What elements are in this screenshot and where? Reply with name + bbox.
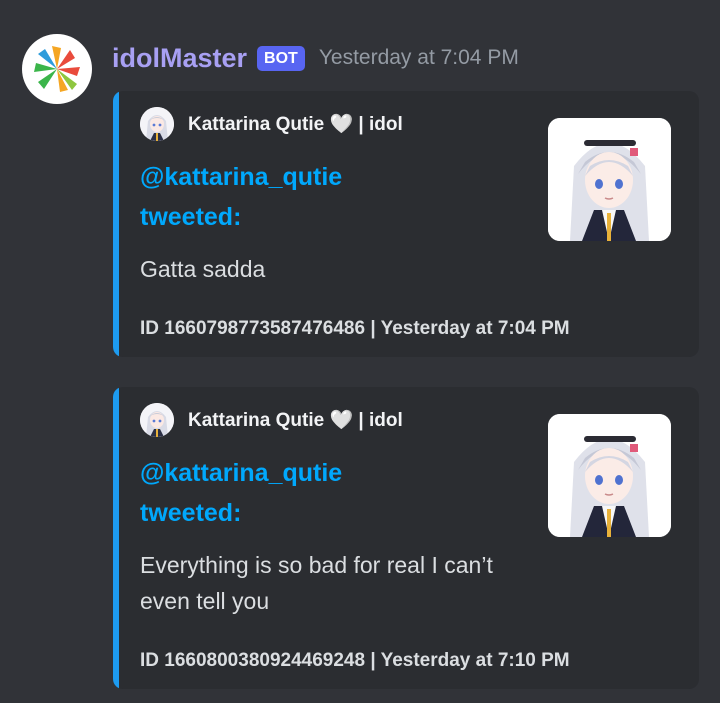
embed-author: Kattarina Qutie 🤍 | idol <box>140 107 403 141</box>
embed-description: Everything is so bad for real I can’t ev… <box>140 552 493 614</box>
embed-accent-bar <box>113 91 119 357</box>
embed-author: Kattarina Qutie 🤍 | idol <box>140 403 403 437</box>
embed-accent-bar <box>113 387 119 689</box>
embed-author-name[interactable]: Kattarina Qutie 🤍 | idol <box>188 408 403 432</box>
embed-thumbnail[interactable] <box>548 118 671 241</box>
anime-girl-avatar-icon <box>140 107 174 141</box>
embed-author-avatar[interactable] <box>140 107 174 141</box>
embed-title-link[interactable]: @kattarina_qutie tweeted: <box>140 453 410 533</box>
anime-girl-portrait-icon <box>548 414 671 537</box>
author-name[interactable]: idolMaster <box>112 43 247 74</box>
embed-footer: ID 1660800380924469248 | Yesterday at 7:… <box>140 650 570 671</box>
embed-author-name[interactable]: Kattarina Qutie 🤍 | idol <box>188 112 403 136</box>
embed-description: Gatta sadda <box>140 256 266 282</box>
idolmaster-logo-icon <box>34 46 80 92</box>
embed-author-avatar[interactable] <box>140 403 174 437</box>
anime-girl-portrait-icon <box>548 118 671 241</box>
message-header: idolMaster BOT Yesterday at 7:04 PM <box>112 40 519 76</box>
bot-badge: BOT <box>257 45 305 71</box>
tweet-embed: Kattarina Qutie 🤍 | idol @kattarina_quti… <box>113 387 699 689</box>
bot-avatar[interactable] <box>22 34 92 104</box>
message-timestamp[interactable]: Yesterday at 7:04 PM <box>319 46 519 70</box>
anime-girl-avatar-icon <box>140 403 174 437</box>
embed-title-link[interactable]: @kattarina_qutie tweeted: <box>140 157 410 237</box>
embed-footer: ID 1660798773587476486 | Yesterday at 7:… <box>140 318 570 339</box>
embed-thumbnail[interactable] <box>548 414 671 537</box>
tweet-embed: Kattarina Qutie 🤍 | idol @kattarina_quti… <box>113 91 699 357</box>
